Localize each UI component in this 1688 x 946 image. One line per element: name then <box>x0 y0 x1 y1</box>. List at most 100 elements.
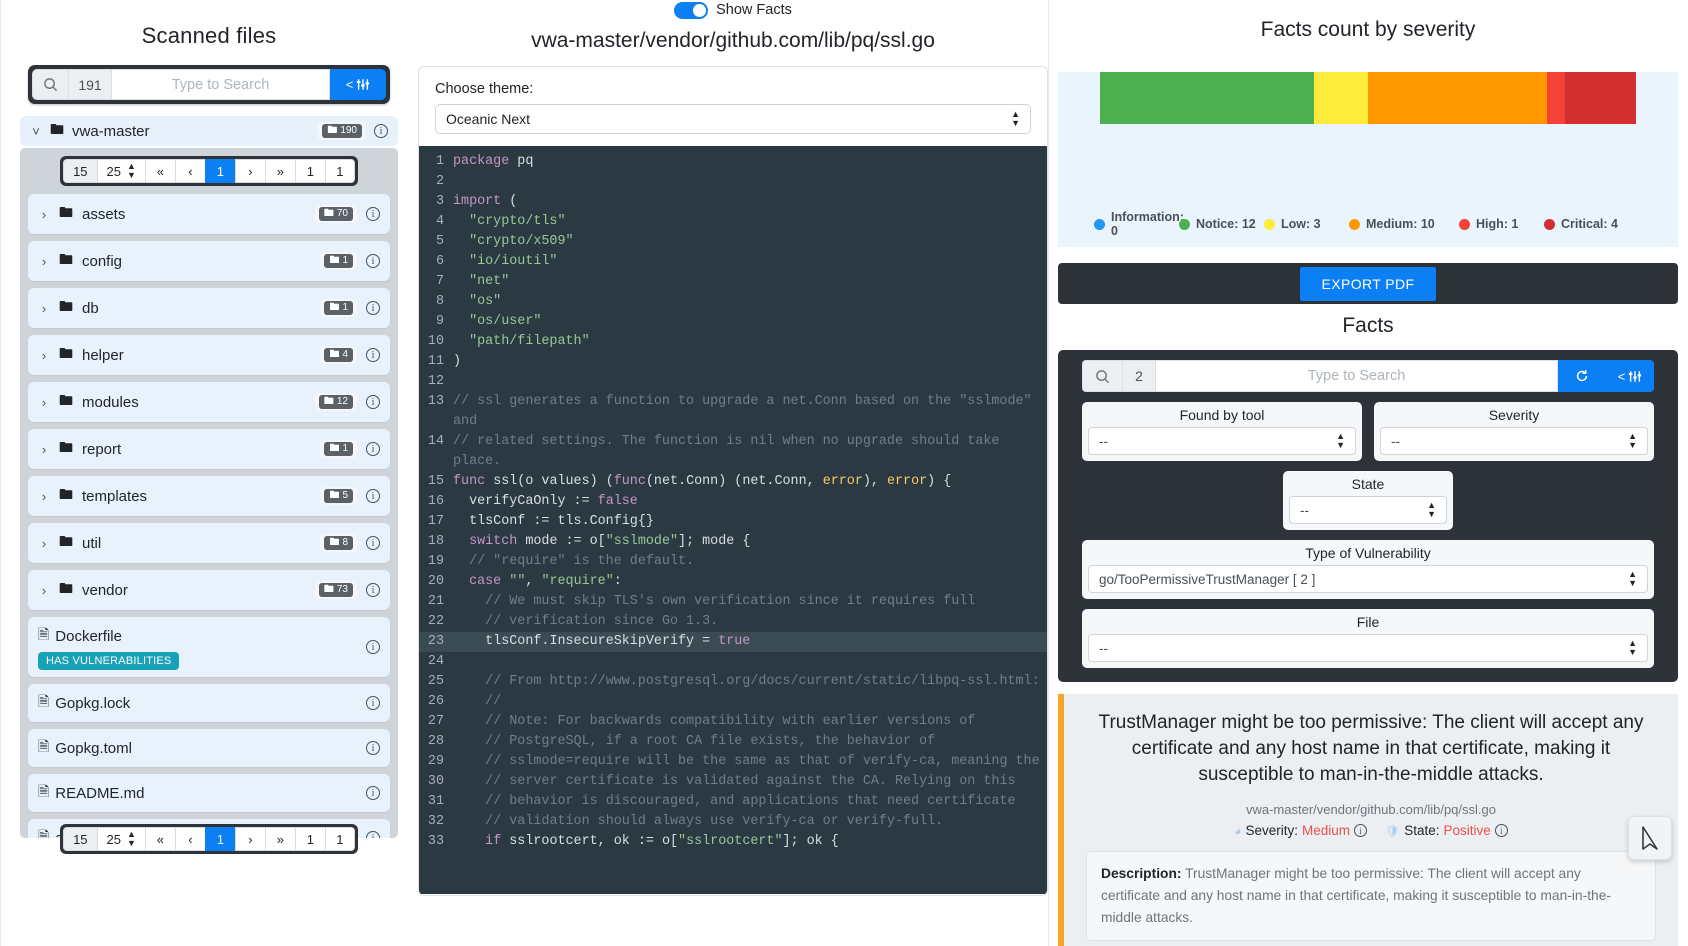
tree-root-vwa-master[interactable]: ˅ 🖿 vwa-master 🖿 190 i <box>20 116 398 146</box>
code-line: 28 // PostgreSQL, if a root CA file exis… <box>419 732 1047 752</box>
code-token: import <box>453 194 510 209</box>
code-token: package <box>453 154 518 169</box>
info-icon[interactable]: i <box>366 786 380 800</box>
info-icon[interactable]: i <box>1354 824 1367 837</box>
pager-last[interactable]: » <box>264 159 295 183</box>
filter-select[interactable]: -- ▲ ▼ <box>1289 496 1447 524</box>
export-pdf-button[interactable]: EXPORT PDF <box>1299 266 1437 301</box>
pager-first[interactable]: « <box>144 159 175 183</box>
info-icon[interactable]: i <box>374 124 388 138</box>
facts-filter-button[interactable]: < <box>1606 360 1654 392</box>
show-facts-toggle[interactable] <box>674 1 709 19</box>
tree-folder-row[interactable]: › 🖿 util 🖿 8 i <box>28 523 390 563</box>
file-main: 🗎 Dockerfile HAS VULNERABILITIES <box>38 624 357 670</box>
pager-page-input[interactable]: 1 <box>294 159 325 183</box>
info-icon[interactable]: i <box>366 741 380 755</box>
chevron-right-icon[interactable]: › <box>38 489 50 504</box>
bar-segment-low[interactable] <box>1314 72 1368 124</box>
legend-item-critical[interactable]: Critical: 4 <box>1544 210 1629 238</box>
pager-current-page-bottom[interactable]: 1 <box>204 827 235 851</box>
tree-file-row[interactable]: 🗎 Gopkg.toml i <box>28 729 390 767</box>
info-icon[interactable]: i <box>366 831 380 838</box>
info-icon[interactable]: i <box>366 442 380 456</box>
info-icon[interactable]: i <box>366 583 380 597</box>
chevron-right-icon[interactable]: › <box>38 583 50 598</box>
tree-folder-row[interactable]: › 🖿 config 🖿 1 i <box>28 241 390 281</box>
pager-per-page-select[interactable]: 25 ▲ ▼ <box>96 159 145 183</box>
tree-file-row[interactable]: 🗎 Gopkg.lock i <box>28 684 390 722</box>
file-search-input[interactable]: Type to Search <box>112 69 330 100</box>
chevron-right-icon[interactable]: › <box>38 207 50 222</box>
chevron-right-icon[interactable]: › <box>38 395 50 410</box>
pager-next-bottom[interactable]: › <box>234 827 265 851</box>
info-icon[interactable]: i <box>366 640 380 654</box>
info-icon[interactable]: i <box>366 207 380 221</box>
code-token: tlsConf := tls.Config{} <box>453 514 654 529</box>
fact-card[interactable]: TrustManager might be too permissive: Th… <box>1058 694 1678 946</box>
code-line: 12 <box>419 372 1047 392</box>
pager-first-bottom[interactable]: « <box>144 827 175 851</box>
tree-folder-row[interactable]: › 🖿 assets 🖿 70 i <box>28 194 390 234</box>
filter-select[interactable]: -- ▲ ▼ <box>1088 427 1356 455</box>
info-icon[interactable]: i <box>366 489 380 503</box>
line-number: 18 <box>427 534 444 549</box>
legend-item-high[interactable]: High: 1 <box>1459 210 1544 238</box>
pager-page-input-bottom[interactable]: 1 <box>294 827 325 851</box>
info-icon[interactable]: i <box>366 301 380 315</box>
line-content: // verification since Go 1.3. <box>453 612 1041 632</box>
filter-select[interactable]: -- ▲ ▼ <box>1380 427 1648 455</box>
chevron-right-icon[interactable]: › <box>38 254 50 269</box>
bar-segment-notice[interactable] <box>1100 72 1315 124</box>
refresh-icon[interactable] <box>1558 360 1606 392</box>
pager-per-page-select-bottom[interactable]: 25 ▲ ▼ <box>96 827 145 851</box>
pager-current-page[interactable]: 1 <box>204 159 235 183</box>
chevron-right-icon[interactable]: › <box>38 301 50 316</box>
tree-file-row[interactable]: 🗎 README.md i <box>28 774 390 812</box>
chevron-right-icon[interactable]: › <box>38 536 50 551</box>
legend-item-information[interactable]: Information: 0 <box>1094 210 1184 238</box>
info-icon[interactable]: i <box>366 536 380 550</box>
theme-select[interactable]: Oceanic Next ▲ ▼ <box>435 104 1031 134</box>
tree-folder-row[interactable]: › 🖿 modules 🖿 12 i <box>28 382 390 422</box>
bar-segment-critical[interactable] <box>1564 72 1636 124</box>
folder-badge-icon: 🖿 <box>329 537 340 548</box>
bar-segment-high[interactable] <box>1546 72 1565 124</box>
line-number: 6 <box>435 254 444 269</box>
tree-folder-row[interactable]: › 🖿 vendor 🖿 73 i <box>28 570 390 610</box>
tree-item-label: config <box>82 252 123 270</box>
pager-prev[interactable]: ‹ <box>174 159 205 183</box>
legend-item-low[interactable]: Low: 3 <box>1264 210 1349 238</box>
pager-prev-bottom[interactable]: ‹ <box>174 827 205 851</box>
legend-item-notice[interactable]: Notice: 12 <box>1179 210 1264 238</box>
pager-total-pages: 1 <box>324 159 355 183</box>
chevron-down-icon[interactable]: ˅ <box>30 124 42 139</box>
tree-file-row[interactable]: 🗎 Dockerfile HAS VULNERABILITIES i <box>28 617 390 677</box>
filter-select[interactable]: go/TooPermissiveTrustManager [ 2 ] ▲ ▼ <box>1088 565 1648 593</box>
legend-item-medium[interactable]: Medium: 10 <box>1349 210 1459 238</box>
page-title: Scanned files <box>141 23 277 48</box>
info-icon[interactable]: i <box>366 696 380 710</box>
tree-folder-row[interactable]: › 🖿 helper 🖿 4 i <box>28 335 390 375</box>
pager-last-bottom[interactable]: » <box>264 827 295 851</box>
info-icon[interactable]: i <box>366 395 380 409</box>
tree-folder-row[interactable]: › 🖿 templates 🖿 5 i <box>28 476 390 516</box>
filter-select[interactable]: -- ▲ ▼ <box>1088 634 1648 662</box>
chevron-right-icon[interactable]: › <box>38 348 50 363</box>
chevron-right-icon[interactable]: › <box>38 442 50 457</box>
bar-segment-medium[interactable] <box>1368 72 1547 124</box>
pager-next[interactable]: › <box>234 159 265 183</box>
info-icon[interactable]: i <box>1494 824 1508 837</box>
tree-folder-row[interactable]: › 🖿 report 🖿 1 i <box>28 429 390 469</box>
code-token: // From http://www.postgresql.org/docs/c… <box>453 674 1040 689</box>
scroll-to-top-button[interactable] <box>1628 816 1672 860</box>
code-token: "net" <box>453 274 510 289</box>
code-line: 16 verifyCaOnly := false <box>419 492 1047 512</box>
tree-folder-row[interactable]: › 🖿 db 🖿 1 i <box>28 288 390 328</box>
code-block[interactable]: 1 package pq 2 3 import (4 "crypto/tls" 5 "cr… <box>419 146 1047 894</box>
info-icon[interactable]: i <box>366 254 380 268</box>
info-icon[interactable]: i <box>366 348 380 362</box>
code-token: "os/user" <box>453 314 542 329</box>
facts-search-input[interactable]: Type to Search <box>1156 360 1558 392</box>
file-icon: 🗎 <box>38 738 50 754</box>
file-filter-button[interactable]: < <box>330 69 386 100</box>
